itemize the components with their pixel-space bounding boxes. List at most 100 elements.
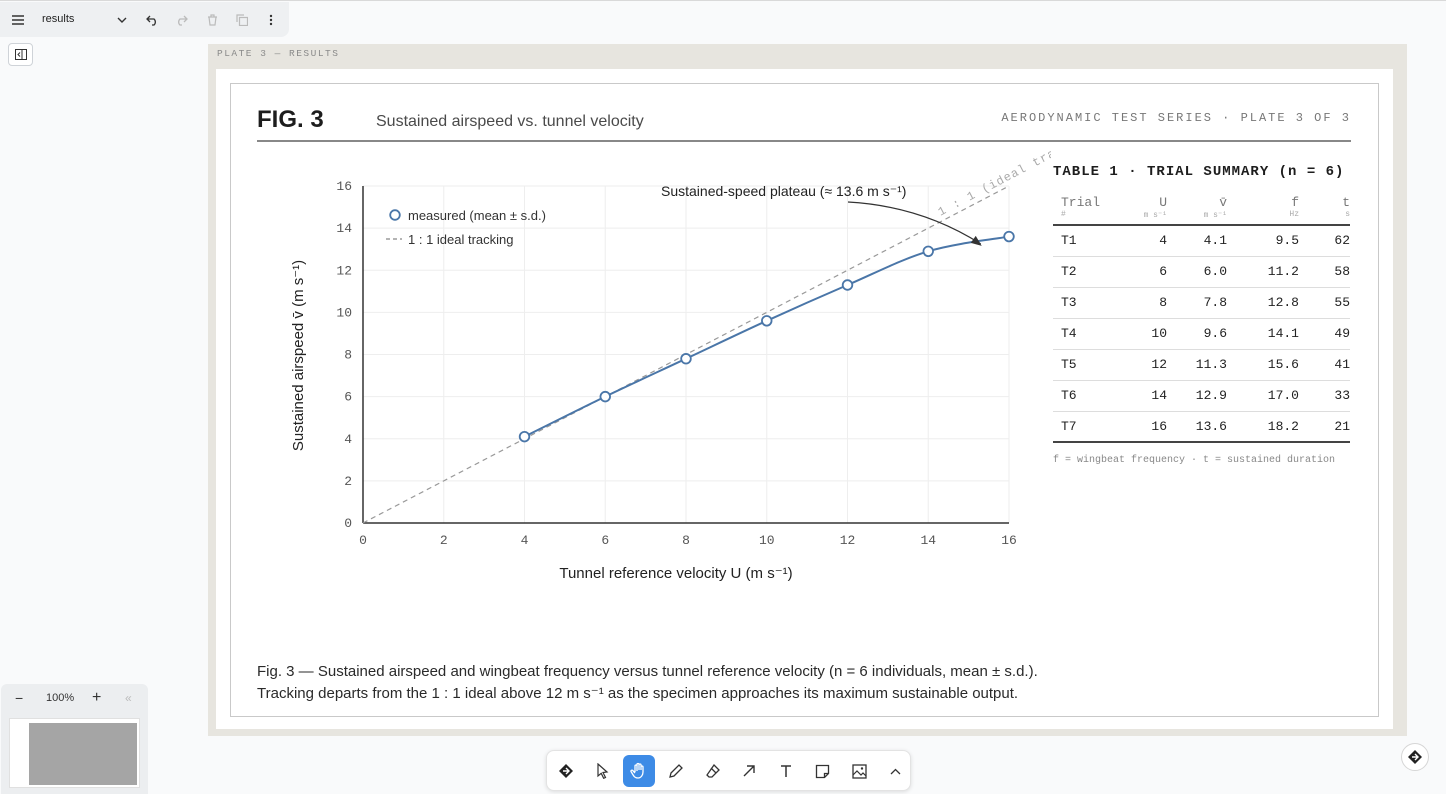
chevron-down-icon[interactable]	[114, 2, 130, 37]
x-tick-label: 16	[1001, 533, 1017, 548]
table-cell: 4.1	[1167, 225, 1227, 257]
artboard: PLATE 3 — RESULTS FIG. 3 Sustained airsp…	[208, 44, 1407, 736]
x-tick-label: 2	[440, 533, 448, 548]
table-cell: 14	[1115, 380, 1167, 412]
table-row: T2 6 6.0 11.2 58	[1053, 256, 1350, 288]
minimap-viewport[interactable]	[29, 723, 137, 785]
chart: 0 2 4 6 8 10 12 14 16 0 2 4 6 8 10 12 14 16 Tunnel referen…	[290, 124, 1051, 582]
y-tick-label: 12	[336, 263, 352, 278]
series-label: AERODYNAMIC TEST SERIES · PLATE 3 OF 3	[1001, 111, 1351, 125]
table-cell: T4	[1053, 318, 1115, 350]
table-cell: 12.9	[1167, 380, 1227, 412]
measured-data-point	[599, 390, 611, 403]
table-cell: 7.8	[1167, 287, 1227, 319]
measured-data-point	[761, 315, 773, 327]
table-note: f = wingbeat frequency · t = sustained d…	[1053, 455, 1336, 466]
zoom-out-button[interactable]: −	[15, 690, 23, 706]
table-cell: 12.8	[1227, 287, 1299, 319]
image-icon[interactable]	[843, 755, 875, 787]
table-cell: 9.5	[1227, 225, 1299, 257]
top-toolbar: results	[0, 2, 289, 37]
menu-icon[interactable]	[8, 2, 28, 37]
logo-icon[interactable]	[550, 755, 582, 787]
table-cell: 33	[1299, 380, 1350, 412]
help-icon[interactable]	[1401, 743, 1429, 771]
duplicate-icon[interactable]	[233, 2, 251, 37]
caption-line-2: Tracking departs from the 1 : 1 ideal ab…	[257, 685, 1019, 702]
x-tick-label: 8	[682, 533, 690, 548]
y-tick-label: 2	[344, 474, 352, 489]
table-unit: s	[1299, 210, 1350, 226]
plate-label: PLATE 3 — RESULTS	[217, 48, 340, 59]
plate-sheet[interactable]: FIG. 3 Sustained airspeed vs. tunnel vel…	[216, 69, 1393, 729]
table-cell: T5	[1053, 349, 1115, 381]
more-vertical-icon[interactable]	[264, 2, 278, 37]
collapse-minimap-button[interactable]: «	[125, 691, 132, 705]
zoom-panel: − 100% + «	[1, 684, 148, 794]
arrow-icon[interactable]	[733, 755, 765, 787]
table-header: v̄	[1219, 195, 1227, 210]
table-cell: 11.3	[1167, 349, 1227, 381]
zoom-level[interactable]: 100%	[46, 692, 74, 704]
table-cell: 17.0	[1227, 380, 1299, 412]
trial-summary-table: TABLE 1 · TRIAL SUMMARY (n = 6) Trial U …	[1053, 164, 1365, 466]
undo-icon[interactable]	[143, 2, 161, 37]
select-icon[interactable]	[587, 755, 619, 787]
measured-data-point	[841, 279, 854, 291]
table-row: T5 12 11.3 15.6 41	[1053, 349, 1350, 381]
table-row: T4 10 9.6 14.1 49	[1053, 318, 1350, 350]
table-row: T3 8 7.8 12.8 55	[1053, 287, 1350, 319]
x-tick-label: 6	[601, 533, 609, 548]
drawing-toolbar	[546, 750, 911, 791]
table-cell: 4	[1115, 225, 1167, 257]
table-cell: 21	[1299, 411, 1350, 443]
sidebar-toggle-icon[interactable]	[8, 43, 33, 66]
table-cell: T1	[1053, 225, 1115, 257]
table-cell: 6	[1115, 256, 1167, 288]
table-cell: 10	[1115, 318, 1167, 350]
y-tick-label: 4	[344, 432, 352, 447]
table-cell: 8	[1115, 287, 1167, 319]
table-title: TABLE 1 · TRIAL SUMMARY (n = 6)	[1053, 164, 1345, 180]
x-tick-label: 0	[359, 533, 367, 548]
table-cell: 62	[1299, 225, 1350, 257]
zoom-controls: − 100% + «	[1, 684, 148, 716]
x-tick-label: 10	[759, 533, 775, 548]
text-icon[interactable]	[770, 755, 802, 787]
eraser-icon[interactable]	[697, 755, 729, 787]
measured-data-point	[922, 245, 934, 257]
y-tick-label: 14	[336, 221, 352, 236]
zoom-in-button[interactable]: +	[92, 689, 101, 707]
y-tick-label: 8	[344, 348, 352, 363]
table-unit: m s⁻¹	[1115, 210, 1167, 226]
table-header: Trial	[1061, 195, 1101, 210]
document-name[interactable]: results	[42, 13, 74, 25]
chevron-up-icon[interactable]	[879, 755, 911, 787]
trash-icon[interactable]	[203, 2, 221, 37]
data-table: Trial U v̄ f t # m s⁻¹ m s⁻¹ Hz s T1 4 4…	[1053, 194, 1350, 443]
x-axis-label: Tunnel reference velocity U (m s⁻¹)	[559, 565, 792, 582]
table-cell: 18.2	[1227, 411, 1299, 443]
legend-marker-measured	[389, 209, 401, 221]
table-header: t	[1342, 195, 1350, 210]
table-cell: T3	[1053, 287, 1115, 319]
pencil-icon[interactable]	[660, 755, 692, 787]
table-cell: 41	[1299, 349, 1350, 381]
x-tick-label: 4	[521, 533, 529, 548]
sticky-note-icon[interactable]	[806, 755, 838, 787]
redo-icon[interactable]	[172, 2, 190, 37]
hand-icon[interactable]	[623, 755, 655, 787]
table-cell: 55	[1299, 287, 1350, 319]
table-row: T6 14 12.9 17.0 33	[1053, 380, 1350, 412]
measured-data-point	[1003, 230, 1015, 243]
caption-line-1: Fig. 3 — Sustained airspeed and wingbeat…	[257, 663, 1038, 680]
table-cell: 14.1	[1227, 318, 1299, 350]
table-unit: #	[1053, 210, 1115, 226]
y-axis-label: Sustained airspeed v̄ (m s⁻¹)	[290, 260, 307, 451]
legend-label-measured: measured (mean ± s.d.)	[408, 208, 546, 223]
minimap[interactable]	[9, 718, 140, 788]
plate-frame: FIG. 3 Sustained airspeed vs. tunnel vel…	[230, 83, 1379, 717]
table-cell: 15.6	[1227, 349, 1299, 381]
figure-caption: Fig. 3 — Sustained airspeed and wingbeat…	[257, 661, 1038, 705]
table-cell: 12	[1115, 349, 1167, 381]
